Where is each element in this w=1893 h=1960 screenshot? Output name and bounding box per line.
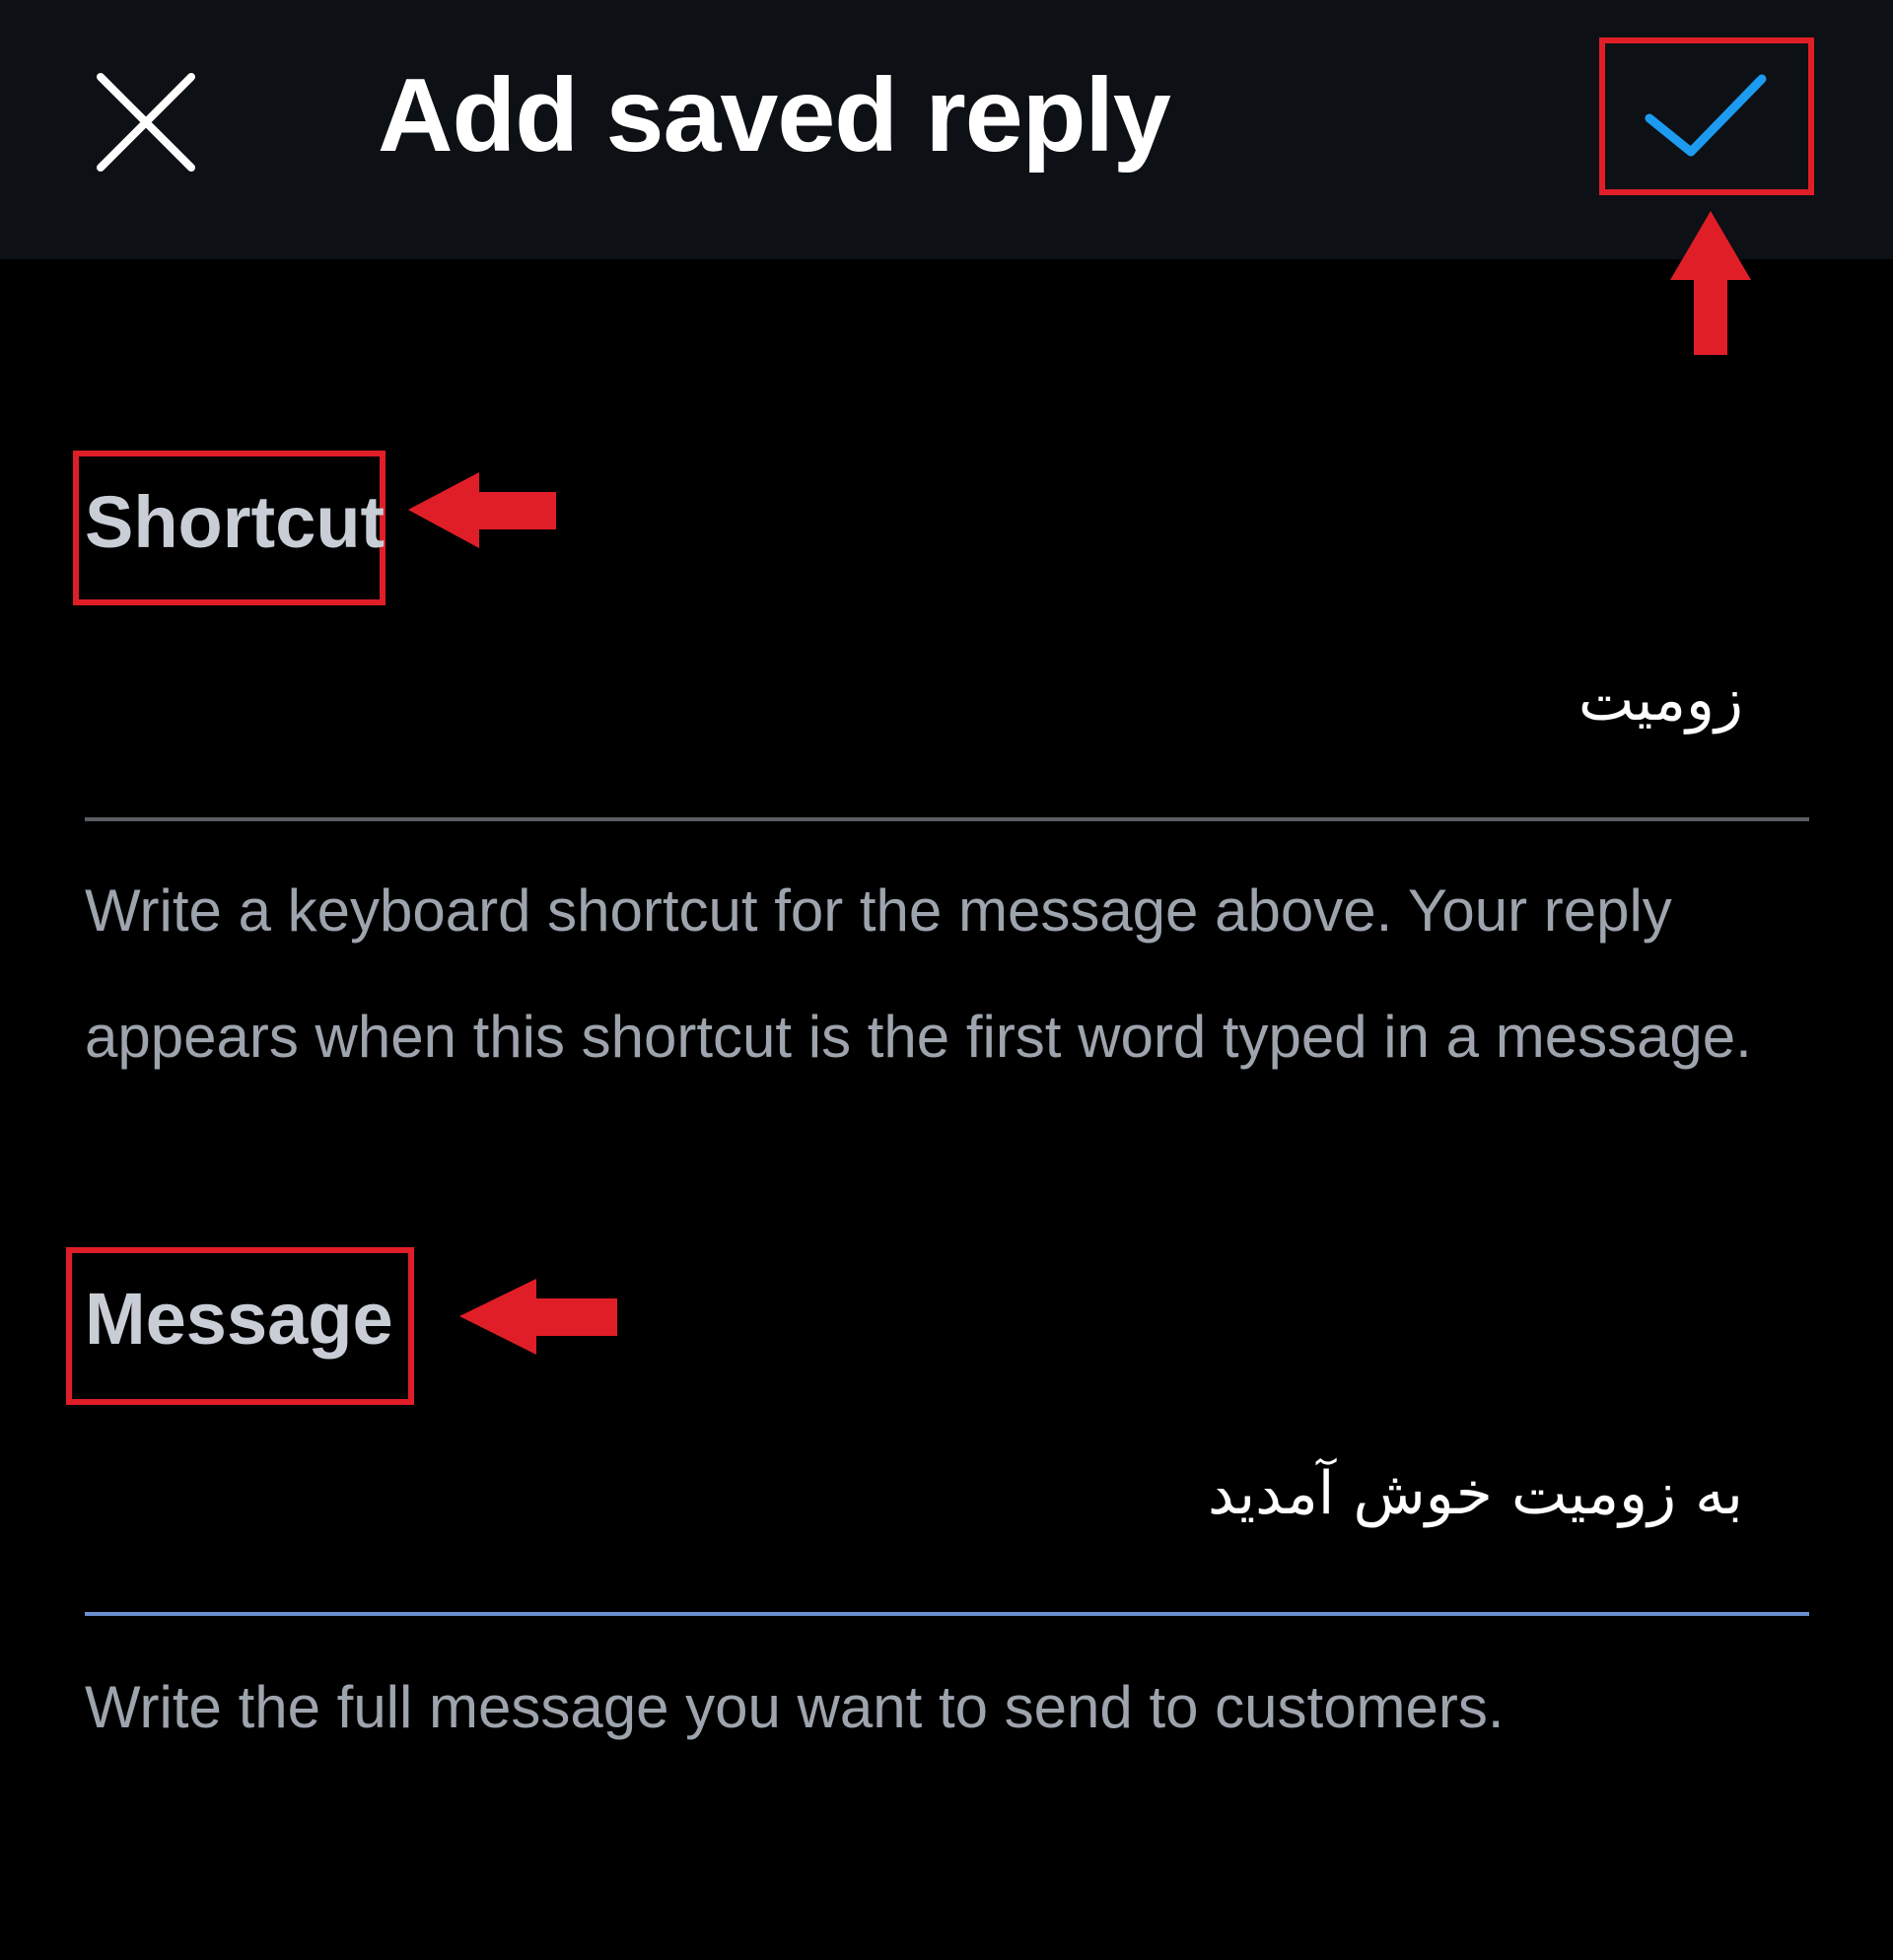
page-title: Add saved reply [378, 57, 1171, 174]
up-arrow-annotation [1670, 211, 1751, 355]
shortcut-input[interactable]: زومیت [1578, 661, 1743, 739]
close-button[interactable] [77, 53, 215, 191]
left-arrow-annotation [459, 1279, 617, 1355]
save-highlight-box [1599, 37, 1814, 195]
left-arrow-annotation [408, 472, 556, 548]
message-label: Message [85, 1278, 393, 1360]
shortcut-helper-text: Write a keyboard shortcut for the messag… [85, 877, 1752, 1070]
shortcut-label: Shortcut [85, 481, 386, 563]
message-input-underline [85, 1612, 1809, 1616]
message-input[interactable]: به زومیت خوش آمدید [1208, 1454, 1743, 1533]
shortcut-input-underline [85, 817, 1809, 821]
close-icon [97, 73, 195, 172]
message-helper-text: Write the full message you want to send … [85, 1674, 1505, 1740]
